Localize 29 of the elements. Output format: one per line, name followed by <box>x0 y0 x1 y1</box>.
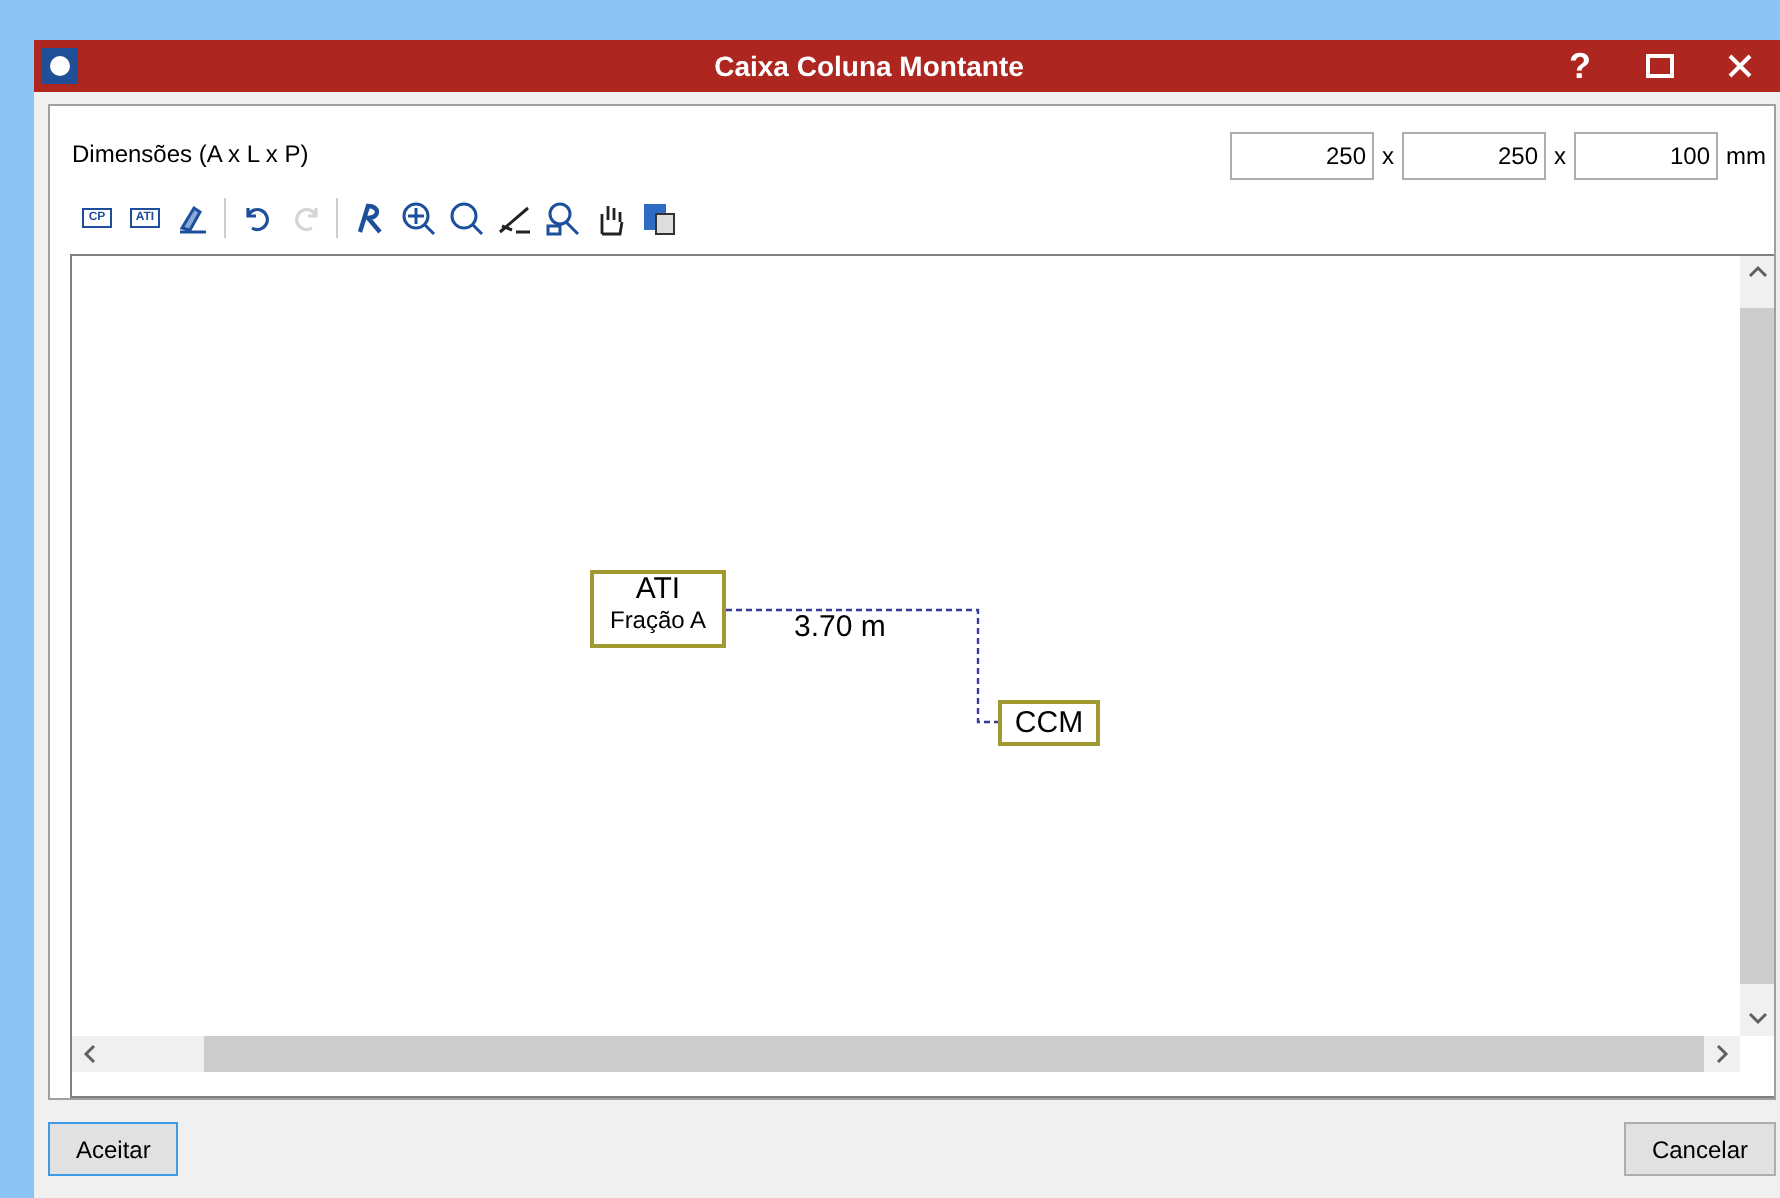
maximize-icon <box>1646 54 1674 78</box>
diagram-node[interactable]: ATI Fração A <box>590 570 726 648</box>
node-title: ATI <box>635 574 681 606</box>
diagram-node[interactable]: CCM <box>998 700 1100 746</box>
app-icon <box>42 48 78 84</box>
unit-label: x <box>1554 141 1566 169</box>
zoom-icon <box>447 200 483 236</box>
zoom-window-icon <box>543 200 579 236</box>
window-title: Caixa Coluna Montante <box>712 50 1026 82</box>
dimension-field[interactable]: 250 <box>1402 131 1546 179</box>
dimension-field[interactable]: 100 <box>1574 131 1718 179</box>
unit-label: mm <box>1726 141 1766 169</box>
cancel-button[interactable]: Cancelar <box>1623 1122 1776 1176</box>
node-subtitle: Fração A <box>609 606 707 634</box>
help-button[interactable]: ? <box>1540 40 1620 92</box>
accept-button[interactable]: Aceitar <box>48 1122 179 1176</box>
toolbar-button[interactable] <box>398 198 436 238</box>
vertical-scrollbar[interactable] <box>1740 256 1774 1036</box>
toolbar-button[interactable] <box>446 198 484 238</box>
distance-label: 3.70 m <box>794 610 886 644</box>
dimensions-label: Dimensões (A x L x P) <box>72 140 309 172</box>
horizontal-scrollbar[interactable] <box>72 1036 1740 1072</box>
unit-label: x <box>1382 141 1394 169</box>
zoom-in-icon <box>399 200 435 236</box>
close-icon <box>1728 54 1752 78</box>
pen-icon <box>175 200 211 236</box>
node-title: CCM <box>1014 707 1084 739</box>
dimension-field[interactable]: 250 <box>1230 131 1374 179</box>
toolbar-button[interactable] <box>542 198 580 238</box>
